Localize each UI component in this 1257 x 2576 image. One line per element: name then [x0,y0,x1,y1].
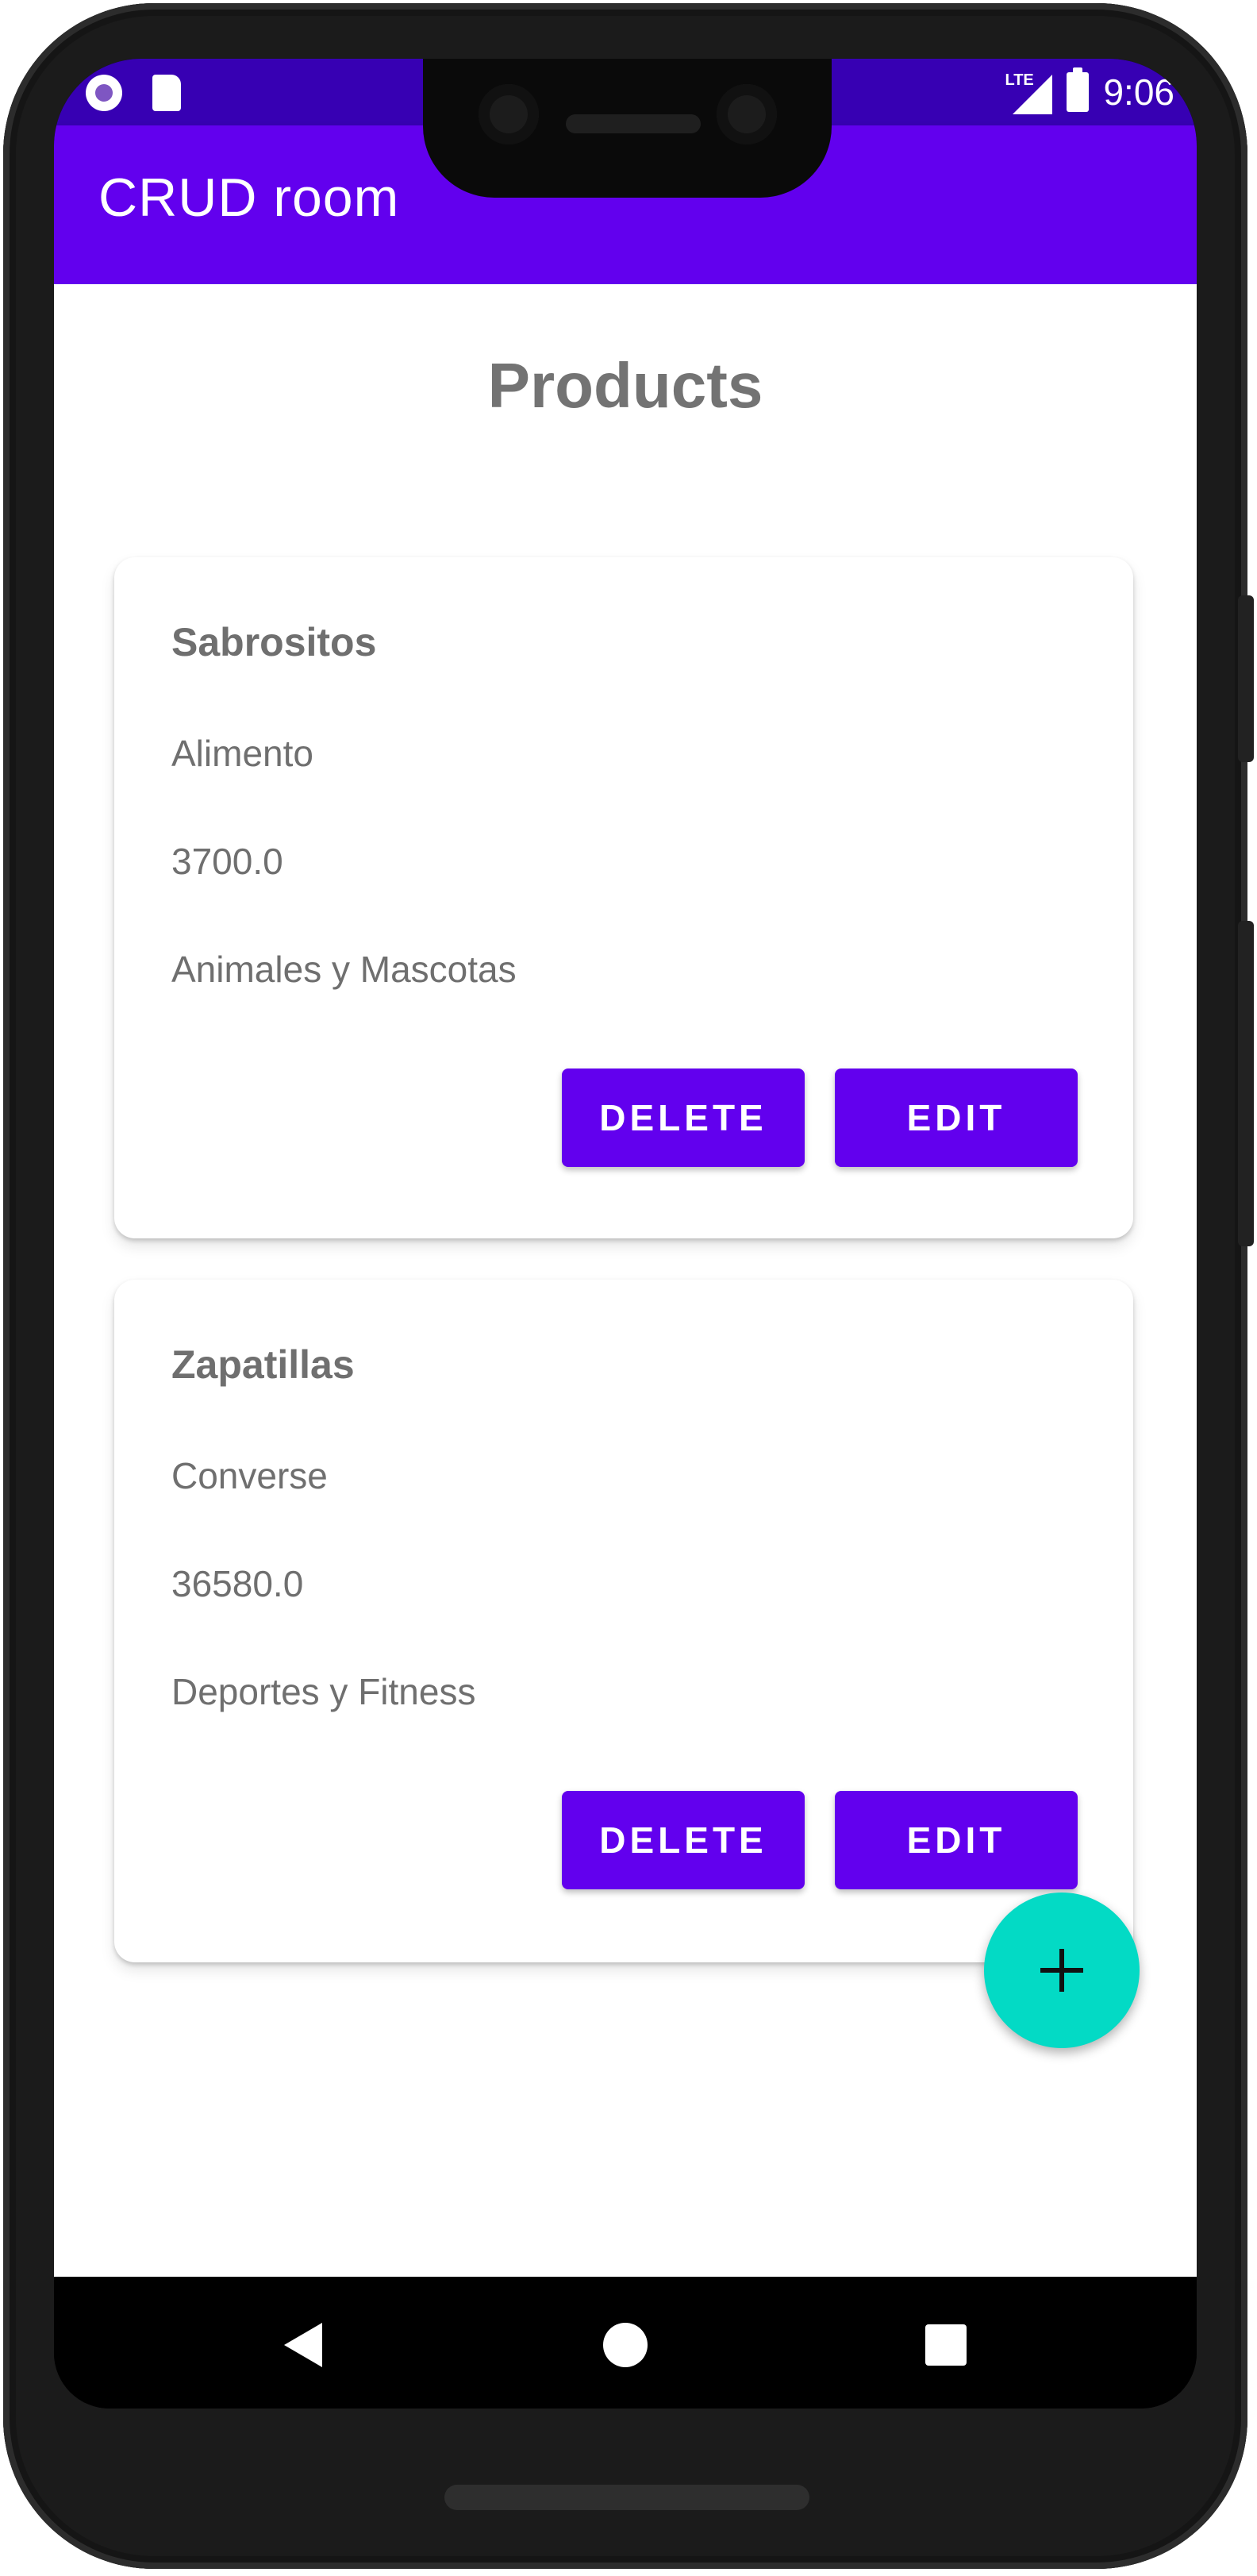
power-button [1238,595,1254,762]
product-category: Deportes y Fitness [171,1671,476,1712]
edit-button[interactable]: EDIT [835,1069,1078,1167]
home-icon[interactable] [603,2323,648,2367]
delete-button[interactable]: DELETE [562,1069,805,1167]
product-price: 36580.0 [171,1563,304,1604]
front-camera-icon [717,84,777,144]
product-name: Zapatillas [171,1342,355,1387]
page-title: Products [487,350,763,421]
signal-icon: LTE [1005,70,1053,114]
product-category: Animales y Mascotas [171,949,517,990]
status-right-group: LTE 9:06 [1005,67,1174,114]
bottom-speaker-grille [444,2485,809,2510]
camera-notch [423,59,832,198]
navigation-bar [54,2277,1197,2409]
earpiece-speaker [566,114,701,133]
app-title: CRUD room [98,167,400,228]
delete-button[interactable]: DELETE [562,1791,805,1889]
battery-icon [1067,67,1090,112]
product-brand: Alimento [171,733,313,774]
product-price: 3700.0 [171,841,283,882]
recents-icon[interactable] [925,2324,967,2366]
product-name: Sabrositos [171,620,377,664]
product-brand: Converse [171,1455,328,1496]
plus-icon [1040,1949,1083,1992]
status-time: 9:06 [1103,71,1174,113]
recording-icon [86,75,122,111]
front-camera-icon [479,84,539,144]
sd-card-icon [152,75,181,111]
product-card: Sabrositos Alimento 3700.0 Animales y Ma… [114,557,1133,1238]
volume-rocker [1238,921,1254,1246]
phone-frame: LTE 9:06 CRUD room Products Sabrositos A… [3,3,1247,2569]
edit-button[interactable]: EDIT [835,1791,1078,1889]
screen: LTE 9:06 CRUD room Products Sabrositos A… [54,59,1197,2409]
back-icon[interactable] [284,2323,322,2367]
product-card: Zapatillas Converse 36580.0 Deportes y F… [114,1280,1133,1962]
add-product-fab[interactable] [984,1893,1140,2048]
